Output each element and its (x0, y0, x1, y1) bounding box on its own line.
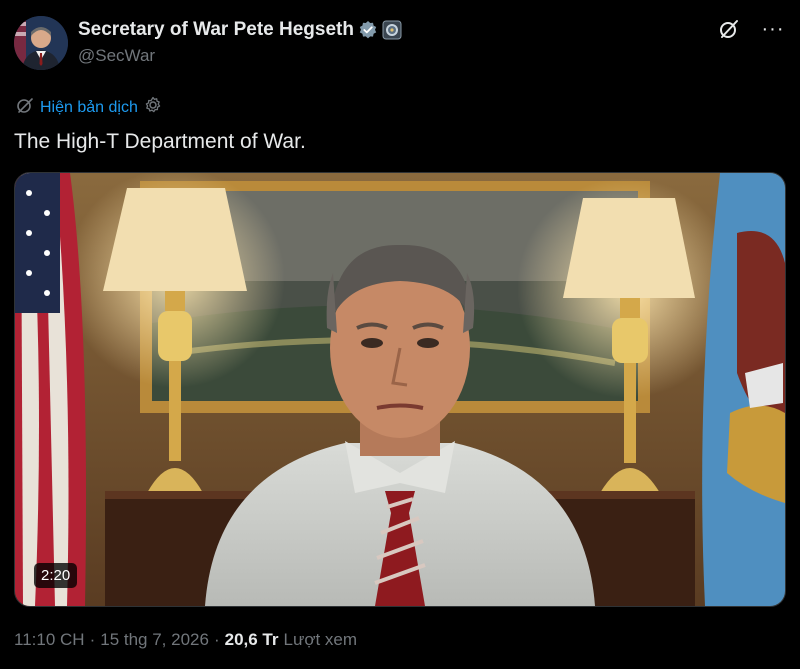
views-label: Lượt xem (283, 630, 358, 649)
meta-separator-2: · (213, 630, 220, 649)
display-name-row: Secretary of War Pete Hegseth (78, 18, 402, 42)
more-dots-icon: ··· (761, 18, 785, 40)
video-duration-badge: 2:20 (34, 563, 78, 588)
gear-icon[interactable] (144, 96, 162, 119)
avatar[interactable] (14, 16, 68, 70)
post-time[interactable]: 11:10 CH (14, 630, 85, 650)
show-translation-link[interactable]: Hiện bản dịch (16, 96, 162, 119)
show-translation-label[interactable]: Hiện bản dịch (40, 99, 138, 117)
post-meta: 11:10 CH · 15 thg 7, 2026 · 20,6 Tr Lượt… (14, 630, 357, 650)
video-player[interactable] (14, 172, 786, 607)
post-header: Secretary of War Pete Hegseth @SecWar ··… (14, 14, 786, 70)
translate-icon (16, 96, 34, 119)
views-count[interactable]: 20,6 Tr (225, 630, 279, 650)
verified-badge-icon[interactable] (358, 20, 378, 40)
government-affiliation-icon[interactable] (382, 20, 402, 40)
author-handle[interactable]: @SecWar (78, 46, 402, 66)
more-options-button[interactable]: ··· (760, 16, 786, 42)
meta-separator: · (89, 630, 96, 649)
post-text: The High-T Department of War. (14, 130, 306, 153)
author-names: Secretary of War Pete Hegseth @SecWar (78, 18, 402, 66)
grok-icon[interactable] (716, 16, 742, 42)
header-actions: ··· (716, 16, 786, 42)
display-name[interactable]: Secretary of War Pete Hegseth (78, 19, 354, 41)
post-date[interactable]: 15 thg 7, 2026 (100, 630, 209, 650)
